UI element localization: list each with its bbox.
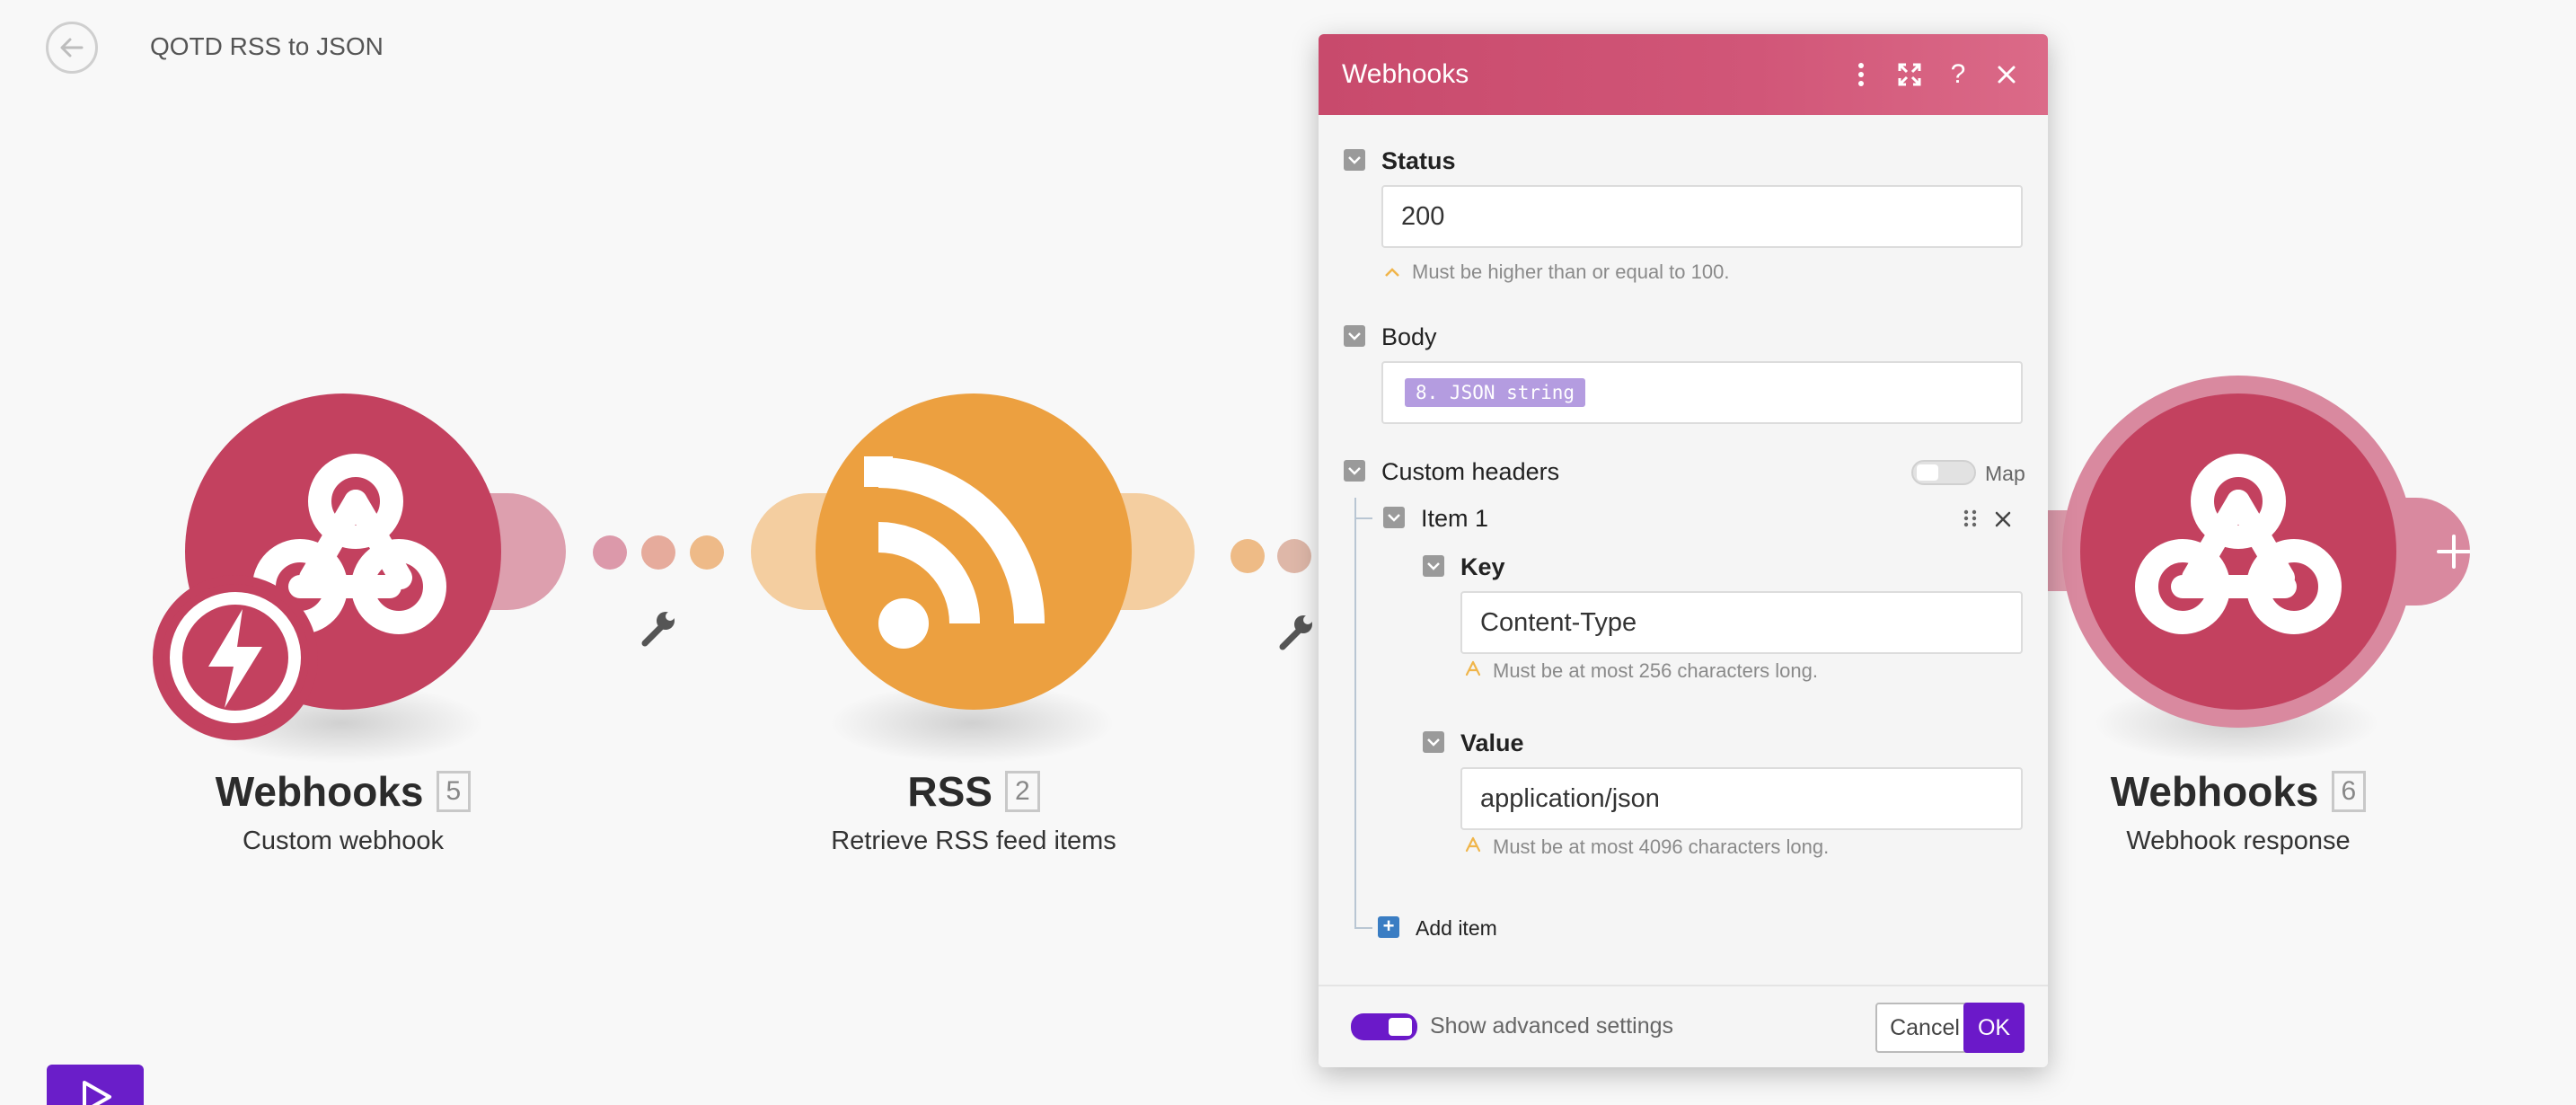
chevron-down-icon xyxy=(1427,562,1440,570)
add-item-icon[interactable]: + xyxy=(1378,916,1399,938)
chevron-down-icon xyxy=(1348,332,1361,340)
node-name: Webhooks xyxy=(215,768,424,815)
caret-up-icon xyxy=(1383,261,1401,284)
node-subtitle: Custom webhook xyxy=(242,827,445,855)
body-collapse-toggle[interactable] xyxy=(1344,325,1365,347)
map-label: Map xyxy=(1985,462,2025,485)
node-subtitle: Retrieve RSS feed items xyxy=(831,827,1116,855)
tree-line xyxy=(1354,927,1372,929)
connection-dot xyxy=(1277,539,1311,573)
dialog-header: Webhooks ? xyxy=(1319,34,2048,115)
rss-label: RSS 2 Retrieve RSS feed items xyxy=(704,767,1243,856)
tree-line xyxy=(1354,517,1372,519)
custom-headers-label: Custom headers xyxy=(1381,458,1560,485)
node-id-badge: 2 xyxy=(1004,771,1040,812)
cancel-button[interactable]: Cancel xyxy=(1875,1003,1974,1053)
webhooks-response-label: Webhooks 6 Webhook response xyxy=(1969,767,2508,856)
status-input[interactable]: 200 xyxy=(1381,185,2023,248)
run-once-button[interactable] xyxy=(47,1065,144,1105)
node-name: Webhooks xyxy=(2110,768,2319,815)
wrench-icon[interactable] xyxy=(638,607,679,649)
webhooks-trigger-label: Webhooks 5 Custom webhook xyxy=(74,767,613,856)
dialog-body: Status 200 Must be higher than or equal … xyxy=(1319,115,2048,1067)
key-hint: Must be at most 256 characters long. xyxy=(1464,659,1818,683)
connection-dot xyxy=(1231,539,1265,573)
node-name: RSS xyxy=(907,768,992,815)
tree-line xyxy=(1354,498,1356,929)
scenario-title: QOTD RSS to JSON xyxy=(150,32,384,60)
key-hint-text: Must be at most 256 characters long. xyxy=(1493,659,1818,682)
instant-trigger-badge xyxy=(153,575,318,740)
play-icon xyxy=(83,1081,111,1105)
connection-dot xyxy=(593,535,627,570)
ok-button[interactable]: OK xyxy=(1963,1003,2025,1053)
node-id-badge: 6 xyxy=(2331,771,2367,812)
value-hint-text: Must be at most 4096 characters long. xyxy=(1493,835,1830,858)
map-toggle[interactable] xyxy=(1911,460,1976,485)
node-subtitle: Webhook response xyxy=(2126,827,2351,855)
value-collapse-toggle[interactable] xyxy=(1423,731,1444,753)
body-label: Body xyxy=(1381,323,1437,350)
rss-module[interactable] xyxy=(816,393,1132,710)
more-options-icon[interactable] xyxy=(1843,57,1879,93)
rss-icon xyxy=(864,456,1045,649)
arrow-left-icon xyxy=(60,38,84,57)
status-label: Status xyxy=(1381,147,1456,174)
advanced-settings-toggle[interactable] xyxy=(1351,1013,1417,1040)
expand-icon[interactable] xyxy=(1892,57,1928,93)
body-input[interactable]: 8. JSON string xyxy=(1381,361,2023,424)
warning-icon xyxy=(1464,835,1482,859)
toggle-knob xyxy=(1917,464,1938,481)
wrench-icon[interactable] xyxy=(1275,611,1317,652)
dialog-footer: Show advanced settings Cancel OK xyxy=(1319,985,2048,1067)
chevron-down-icon xyxy=(1388,514,1400,522)
chevron-down-icon xyxy=(1348,467,1361,475)
key-collapse-toggle[interactable] xyxy=(1423,555,1444,577)
key-label: Key xyxy=(1460,553,1505,580)
status-hint: Must be higher than or equal to 100. xyxy=(1383,261,1729,284)
connection-dot xyxy=(690,535,724,570)
webhook-icon xyxy=(2135,454,2342,634)
chevron-down-icon xyxy=(1427,738,1440,747)
advanced-settings-label: Show advanced settings xyxy=(1430,1013,1674,1039)
remove-item-icon[interactable] xyxy=(1994,510,2012,528)
status-hint-text: Must be higher than or equal to 100. xyxy=(1412,261,1730,283)
json-string-pill[interactable]: 8. JSON string xyxy=(1405,378,1586,407)
connection-dot xyxy=(641,535,675,570)
webhook-response-dialog: Webhooks ? Status 200 Must be higher tha… xyxy=(1319,34,2048,1067)
webhooks-response-module[interactable] xyxy=(2080,393,2396,710)
warning-icon xyxy=(1464,659,1482,683)
item-label: Item 1 xyxy=(1421,505,1489,532)
drag-handle-icon[interactable] xyxy=(1962,508,1980,528)
item-collapse-toggle[interactable] xyxy=(1383,507,1405,528)
lightning-icon xyxy=(170,592,301,723)
dialog-title: Webhooks xyxy=(1342,59,1469,89)
toggle-knob xyxy=(1389,1018,1412,1036)
chevron-down-icon xyxy=(1348,156,1361,164)
add-item-link[interactable]: Add item xyxy=(1416,916,1497,941)
key-input[interactable]: Content-Type xyxy=(1460,591,2023,654)
value-hint: Must be at most 4096 characters long. xyxy=(1464,835,1829,859)
custom-headers-collapse-toggle[interactable] xyxy=(1344,460,1365,482)
status-collapse-toggle[interactable] xyxy=(1344,149,1365,171)
value-label: Value xyxy=(1460,729,1524,756)
node-id-badge: 5 xyxy=(436,771,472,812)
close-icon[interactable] xyxy=(1989,57,2025,93)
back-button[interactable] xyxy=(46,22,98,74)
value-input[interactable]: application/json xyxy=(1460,767,2023,830)
help-icon[interactable]: ? xyxy=(1940,57,1976,93)
